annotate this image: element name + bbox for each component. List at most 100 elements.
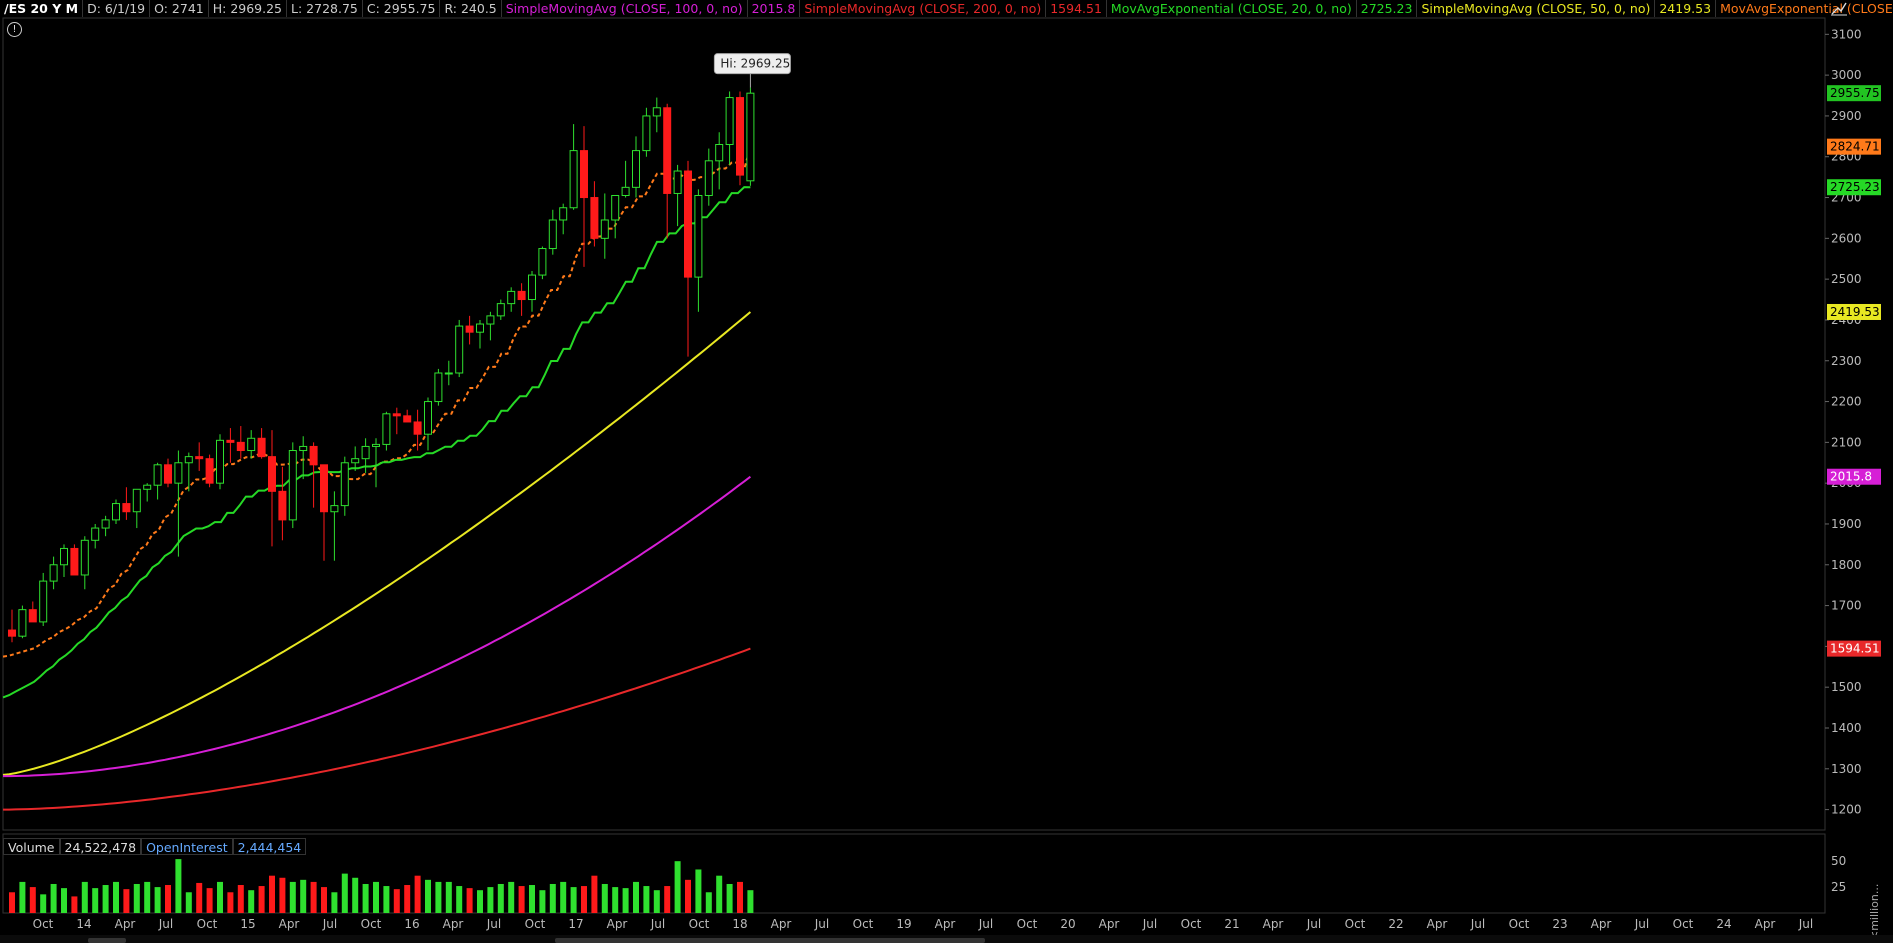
candle[interactable] xyxy=(684,160,692,357)
candle[interactable] xyxy=(580,126,588,267)
candle[interactable] xyxy=(122,487,131,520)
x-tick-label: 24 xyxy=(1716,917,1731,931)
candle[interactable] xyxy=(278,466,287,541)
candle[interactable] xyxy=(195,442,204,471)
candle[interactable] xyxy=(132,488,141,529)
candle[interactable] xyxy=(382,411,391,451)
candle[interactable] xyxy=(49,556,58,590)
x-tick-label: 23 xyxy=(1552,917,1567,931)
candle[interactable] xyxy=(8,609,16,643)
volume-bar xyxy=(300,879,307,913)
y-tick-label: 1500 xyxy=(1831,680,1862,694)
candle[interactable] xyxy=(39,572,48,626)
candle[interactable] xyxy=(216,434,224,490)
candle[interactable] xyxy=(486,311,495,341)
price-label: 2824.71 xyxy=(1827,138,1881,155)
candle[interactable] xyxy=(143,483,152,502)
candle[interactable] xyxy=(288,442,297,529)
scrollbar-thumb[interactable] xyxy=(555,938,985,943)
volume-bar xyxy=(705,892,712,913)
candle[interactable] xyxy=(340,456,349,516)
candle[interactable] xyxy=(60,544,68,578)
candle[interactable] xyxy=(455,319,464,378)
candle[interactable] xyxy=(392,407,401,435)
candle[interactable] xyxy=(268,430,276,547)
candle[interactable] xyxy=(694,189,703,312)
y-tick-label: 1700 xyxy=(1831,599,1862,613)
candle[interactable] xyxy=(496,299,505,320)
candle[interactable] xyxy=(528,270,536,312)
volume-tick-label: 25 xyxy=(1831,880,1846,894)
volume-bar xyxy=(674,861,681,913)
candle[interactable] xyxy=(330,491,339,561)
candle[interactable] xyxy=(424,397,432,451)
candle[interactable] xyxy=(632,136,640,198)
scrollbar-thumb-left[interactable] xyxy=(88,938,126,943)
price-chart[interactable]: 1200130014001500160017001800190020002100… xyxy=(0,0,1893,943)
candle[interactable] xyxy=(642,107,651,157)
candle[interactable] xyxy=(673,164,682,227)
candle[interactable] xyxy=(507,287,516,312)
candle[interactable] xyxy=(476,319,484,349)
candle[interactable] xyxy=(153,462,162,500)
candle[interactable] xyxy=(320,464,328,561)
volume-bar xyxy=(445,881,452,913)
volume-bar xyxy=(373,881,379,913)
candle[interactable] xyxy=(226,428,235,463)
candle[interactable] xyxy=(725,91,734,165)
candle[interactable] xyxy=(28,601,37,623)
candle[interactable] xyxy=(736,91,744,186)
candle[interactable] xyxy=(247,430,256,459)
price-label: 2725.23 xyxy=(1827,179,1881,196)
candle[interactable] xyxy=(538,246,547,280)
candle[interactable] xyxy=(517,283,526,316)
candle[interactable] xyxy=(600,193,609,259)
candle[interactable] xyxy=(444,360,453,386)
candle[interactable] xyxy=(590,181,599,247)
volume-bar xyxy=(123,889,130,913)
candle[interactable] xyxy=(704,148,713,206)
volume-bar xyxy=(40,894,47,913)
x-tick-label: 15 xyxy=(240,917,255,931)
candle[interactable] xyxy=(569,124,578,210)
candle[interactable] xyxy=(621,160,630,198)
candle[interactable] xyxy=(257,428,266,459)
x-tick-label: 22 xyxy=(1388,917,1403,931)
candle[interactable] xyxy=(372,438,380,488)
x-tick-label: Jul xyxy=(1798,917,1813,931)
candle[interactable] xyxy=(465,315,474,345)
volume-bar xyxy=(9,892,15,913)
candle[interactable] xyxy=(112,499,120,524)
candle[interactable] xyxy=(70,544,79,576)
candle[interactable] xyxy=(205,454,214,488)
candle[interactable] xyxy=(611,194,620,239)
volume-bar xyxy=(279,877,286,913)
x-tick-label: Jul xyxy=(1142,917,1157,931)
candle[interactable] xyxy=(715,132,724,190)
candle[interactable] xyxy=(746,87,755,186)
candle[interactable] xyxy=(548,209,557,255)
candle[interactable] xyxy=(18,605,27,639)
candle[interactable] xyxy=(652,97,661,133)
candle[interactable] xyxy=(403,409,412,423)
y-tick-label: 3000 xyxy=(1831,68,1862,82)
candle[interactable] xyxy=(236,426,245,459)
volume-bar xyxy=(206,888,213,913)
candle[interactable] xyxy=(164,458,172,488)
volume-tick-label: 50 xyxy=(1831,854,1846,868)
candle[interactable] xyxy=(559,203,568,235)
x-tick-label: Jul xyxy=(1634,917,1649,931)
volume-bar xyxy=(393,889,400,913)
candle[interactable] xyxy=(663,103,672,239)
volume-bar xyxy=(435,881,442,913)
candle[interactable] xyxy=(351,446,360,471)
volume-bar xyxy=(196,882,203,913)
candle[interactable] xyxy=(299,436,308,480)
candle[interactable] xyxy=(91,523,100,549)
y-tick-label: 2300 xyxy=(1831,354,1862,368)
candle[interactable] xyxy=(434,368,443,406)
candle[interactable] xyxy=(101,515,110,537)
x-tick-label: 17 xyxy=(568,917,583,931)
candle[interactable] xyxy=(80,536,89,590)
y-tick-label: 3100 xyxy=(1831,27,1862,41)
